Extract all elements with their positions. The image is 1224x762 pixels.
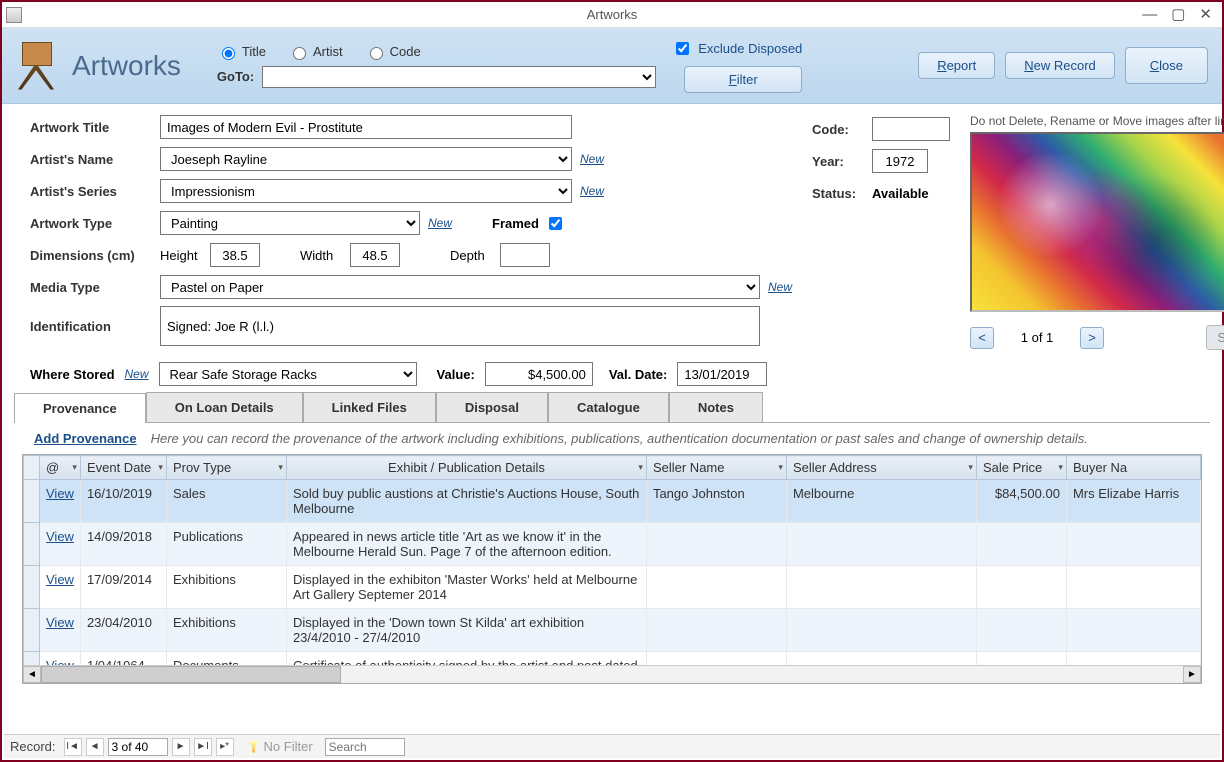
radio-title[interactable]: Title — [217, 44, 266, 60]
media-type-combo[interactable]: Pastel on Paper — [160, 275, 760, 299]
image-prev-button[interactable]: < — [970, 327, 994, 349]
goto-label: GoTo: — [217, 69, 254, 84]
report-button[interactable]: Report — [918, 52, 995, 79]
depth-input[interactable] — [500, 243, 550, 267]
tab-catalogue[interactable]: Catalogue — [548, 392, 669, 422]
label-year: Year: — [812, 154, 872, 169]
image-next-button[interactable]: > — [1080, 327, 1104, 349]
new-media-link[interactable]: New — [768, 280, 792, 294]
artwork-title-input[interactable] — [160, 115, 572, 139]
page-title: Artworks — [72, 50, 181, 82]
col-buyername[interactable]: Buyer Na — [1066, 456, 1200, 480]
record-search-input[interactable] — [325, 738, 405, 756]
col-at[interactable]: @▾ — [40, 456, 81, 480]
year-input[interactable] — [872, 149, 928, 173]
header-band: Artworks Title Artist Code GoTo: Exclude… — [2, 28, 1222, 104]
artist-name-combo[interactable]: Joeseph Rayline — [160, 147, 572, 171]
label-identification: Identification — [30, 319, 160, 334]
table-row[interactable]: View23/04/2010ExhibitionsDisplayed in th… — [24, 609, 1201, 652]
exclude-disposed-checkbox[interactable]: Exclude Disposed — [672, 39, 802, 58]
value-input[interactable] — [485, 362, 593, 386]
close-button[interactable]: Close — [1125, 47, 1208, 84]
label-media: Media Type — [30, 280, 160, 295]
table-row[interactable]: View16/10/2019SalesSold buy public austi… — [24, 480, 1201, 523]
col-provtype[interactable]: Prov Type▾ — [166, 456, 286, 480]
code-input[interactable] — [872, 117, 950, 141]
new-series-link[interactable]: New — [580, 184, 604, 198]
radio-code[interactable]: Code — [365, 44, 421, 60]
easel-icon — [16, 38, 56, 94]
nav-prev-button[interactable]: ◄ — [86, 738, 104, 756]
tab-strip: Provenance On Loan Details Linked Files … — [14, 392, 1210, 422]
grid-horizontal-scrollbar[interactable]: ◄► — [23, 665, 1201, 683]
width-input[interactable] — [350, 243, 400, 267]
label-title: Artwork Title — [30, 120, 160, 135]
view-link[interactable]: View — [46, 486, 74, 501]
label-artist: Artist's Name — [30, 152, 160, 167]
tab-linkedfiles[interactable]: Linked Files — [303, 392, 436, 422]
tab-onloan[interactable]: On Loan Details — [146, 392, 303, 422]
col-eventdate[interactable]: Event Date▾ — [80, 456, 166, 480]
artwork-image — [970, 132, 1224, 312]
radio-artist[interactable]: Artist — [288, 44, 343, 60]
view-link[interactable]: View — [46, 529, 74, 544]
label-where-stored: Where Stored — [30, 367, 115, 382]
nav-first-button[interactable]: I◄ — [64, 738, 82, 756]
height-input[interactable] — [210, 243, 260, 267]
record-number-input[interactable] — [108, 738, 168, 756]
table-row[interactable]: View17/09/2014ExhibitionsDisplayed in th… — [24, 566, 1201, 609]
goto-combo[interactable] — [262, 66, 656, 88]
valdate-input[interactable] — [677, 362, 767, 386]
filter-button[interactable]: Filter — [684, 66, 802, 93]
new-artist-link[interactable]: New — [580, 152, 604, 166]
image-counter: 1 of 1 — [1002, 330, 1072, 345]
image-warning: Do not Delete, Rename or Move images aft… — [970, 114, 1224, 128]
tab-provenance[interactable]: Provenance — [14, 393, 146, 423]
set-default-button[interactable]: Set as Default — [1206, 325, 1224, 350]
col-saleprice[interactable]: Sale Price▾ — [976, 456, 1066, 480]
new-record-button[interactable]: New Record — [1005, 52, 1115, 79]
view-link[interactable]: View — [46, 615, 74, 630]
label-type: Artwork Type — [30, 216, 160, 231]
where-stored-combo[interactable]: Rear Safe Storage Racks — [159, 362, 417, 386]
col-selleraddr[interactable]: Seller Address▾ — [786, 456, 976, 480]
col-details[interactable]: Exhibit / Publication Details▾ — [286, 456, 646, 480]
artwork-type-combo[interactable]: Painting — [160, 211, 420, 235]
label-status: Status: — [812, 186, 872, 201]
provenance-hint: Here you can record the provenance of th… — [151, 431, 1088, 446]
minimize-button[interactable]: — — [1142, 7, 1157, 22]
label-code: Code: — [812, 122, 872, 137]
label-series: Artist's Series — [30, 184, 160, 199]
close-window-button[interactable]: ✕ — [1199, 7, 1212, 22]
app-icon — [6, 7, 22, 23]
provenance-grid: @▾ Event Date▾ Prov Type▾ Exhibit / Publ… — [22, 454, 1202, 684]
new-type-link[interactable]: New — [428, 216, 452, 230]
table-row[interactable]: View14/09/2018PublicationsAppeared in ne… — [24, 523, 1201, 566]
tab-notes[interactable]: Notes — [669, 392, 763, 422]
add-provenance-link[interactable]: Add Provenance — [34, 431, 137, 446]
new-location-link[interactable]: New — [125, 367, 149, 381]
framed-checkbox[interactable] — [549, 217, 562, 230]
record-navigator: Record: I◄ ◄ ► ►I ▸* No Filter — [4, 734, 1220, 758]
window-title: Artworks — [587, 7, 638, 22]
label-framed: Framed — [492, 216, 539, 231]
label-valdate: Val. Date: — [609, 367, 668, 382]
nav-next-button[interactable]: ► — [172, 738, 190, 756]
maximize-button[interactable]: ▢ — [1171, 7, 1185, 22]
label-dimensions: Dimensions (cm) — [30, 248, 160, 263]
funnel-icon — [248, 741, 260, 753]
view-link[interactable]: View — [46, 572, 74, 587]
titlebar: Artworks — ▢ ✕ — [2, 2, 1222, 28]
artist-series-combo[interactable]: Impressionism — [160, 179, 572, 203]
nav-last-button[interactable]: ►I — [194, 738, 212, 756]
no-filter-indicator: No Filter — [248, 739, 313, 754]
tab-disposal[interactable]: Disposal — [436, 392, 548, 422]
nav-new-button[interactable]: ▸* — [216, 738, 234, 756]
identification-input[interactable] — [160, 306, 760, 346]
col-sellername[interactable]: Seller Name▾ — [646, 456, 786, 480]
status-value: Available — [872, 186, 929, 201]
label-value: Value: — [437, 367, 475, 382]
